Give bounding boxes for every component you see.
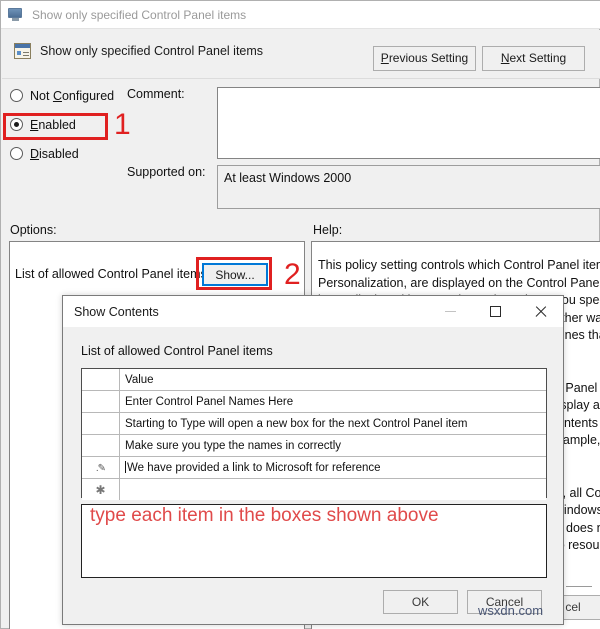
comment-label: Comment: xyxy=(127,87,185,101)
row-marker-new-icon: ✱ xyxy=(82,478,120,500)
previous-setting-button[interactable]: Previous Setting xyxy=(373,46,476,71)
radio-enabled-label: Enabled xyxy=(30,117,76,132)
monitor-icon xyxy=(8,7,24,22)
column-header-marker xyxy=(82,369,120,391)
table-row-new[interactable]: ✱ xyxy=(82,478,546,500)
row-value[interactable]: We have provided a link to Microsoft for… xyxy=(119,456,546,479)
table-row[interactable]: Make sure you type the names in correctl… xyxy=(82,434,546,457)
next-setting-button[interactable]: Next Setting xyxy=(482,46,585,71)
row-value[interactable] xyxy=(119,478,546,500)
row-marker xyxy=(82,412,120,435)
row-value[interactable]: Enter Control Panel Names Here xyxy=(119,390,546,413)
dialog-window-controls xyxy=(428,296,563,327)
radio-disabled-indicator xyxy=(10,147,23,160)
page-title: Show only specified Control Panel items xyxy=(40,44,264,58)
column-header-value: Value xyxy=(119,369,546,391)
comment-input[interactable] xyxy=(217,87,600,159)
help-label: Help: xyxy=(313,223,343,237)
radio-enabled[interactable]: Enabled xyxy=(10,116,114,133)
annotation-note: type each item in the boxes shown above xyxy=(90,505,439,526)
radio-not-configured-label: Not Configured xyxy=(30,88,115,103)
close-icon[interactable] xyxy=(518,296,563,327)
table-row[interactable]: .✎ We have provided a link to Microsoft … xyxy=(82,456,546,479)
dialog-titlebar: Show Contents xyxy=(63,296,563,327)
dialog-subtitle: List of allowed Control Panel items xyxy=(81,344,273,358)
footer-divider xyxy=(566,586,592,587)
table-header-row: Value xyxy=(82,369,546,391)
show-contents-dialog: Show Contents List of allowed Control Pa… xyxy=(62,295,564,625)
supported-on-value: At least Windows 2000 xyxy=(217,165,600,209)
radio-not-configured[interactable]: Not Configured xyxy=(10,87,114,104)
minimize-icon[interactable] xyxy=(428,296,473,327)
table-row[interactable]: Starting to Type will open a new box for… xyxy=(82,412,546,435)
table-body: Enter Control Panel Names Here Starting … xyxy=(82,390,546,500)
radio-disabled-label: Disabled xyxy=(30,146,79,161)
option-row-label: List of allowed Control Panel items xyxy=(15,267,207,281)
table-row[interactable]: Enter Control Panel Names Here xyxy=(82,390,546,413)
state-radio-group: Not Configured Enabled Disabled xyxy=(10,87,114,174)
row-marker xyxy=(82,434,120,457)
radio-enabled-indicator xyxy=(10,118,23,131)
options-label: Options: xyxy=(10,223,57,237)
window-title: Show only specified Control Panel items xyxy=(32,7,247,22)
policy-title-row: Show only specified Control Panel items xyxy=(14,43,263,59)
dialog-title: Show Contents xyxy=(74,304,159,319)
row-marker-edit-icon: .✎ xyxy=(82,456,120,479)
annotation-number-1: 1 xyxy=(114,108,131,141)
row-value[interactable]: Make sure you type the names in correctl… xyxy=(119,434,546,457)
window-titlebar: Show only specified Control Panel items xyxy=(1,1,600,29)
show-button[interactable]: Show... xyxy=(202,263,268,286)
ok-button[interactable]: OK xyxy=(383,590,458,614)
values-table: Value Enter Control Panel Names Here Sta… xyxy=(82,369,546,500)
row-value-text: We have provided a link to Microsoft for… xyxy=(127,462,381,474)
radio-disabled[interactable]: Disabled xyxy=(10,145,114,162)
text-caret xyxy=(125,461,126,473)
screenshot-root: Show only specified Control Panel items … xyxy=(0,0,600,629)
row-value[interactable]: Starting to Type will open a new box for… xyxy=(119,412,546,435)
supported-on-label: Supported on: xyxy=(127,165,206,179)
row-marker xyxy=(82,390,120,413)
maximize-icon[interactable] xyxy=(473,296,518,327)
watermark: wsxdn.com xyxy=(478,603,544,618)
policy-setting-icon xyxy=(14,43,31,59)
values-grid[interactable]: Value Enter Control Panel Names Here Sta… xyxy=(81,368,547,500)
radio-not-configured-indicator xyxy=(10,89,23,102)
annotation-number-2: 2 xyxy=(284,258,301,291)
